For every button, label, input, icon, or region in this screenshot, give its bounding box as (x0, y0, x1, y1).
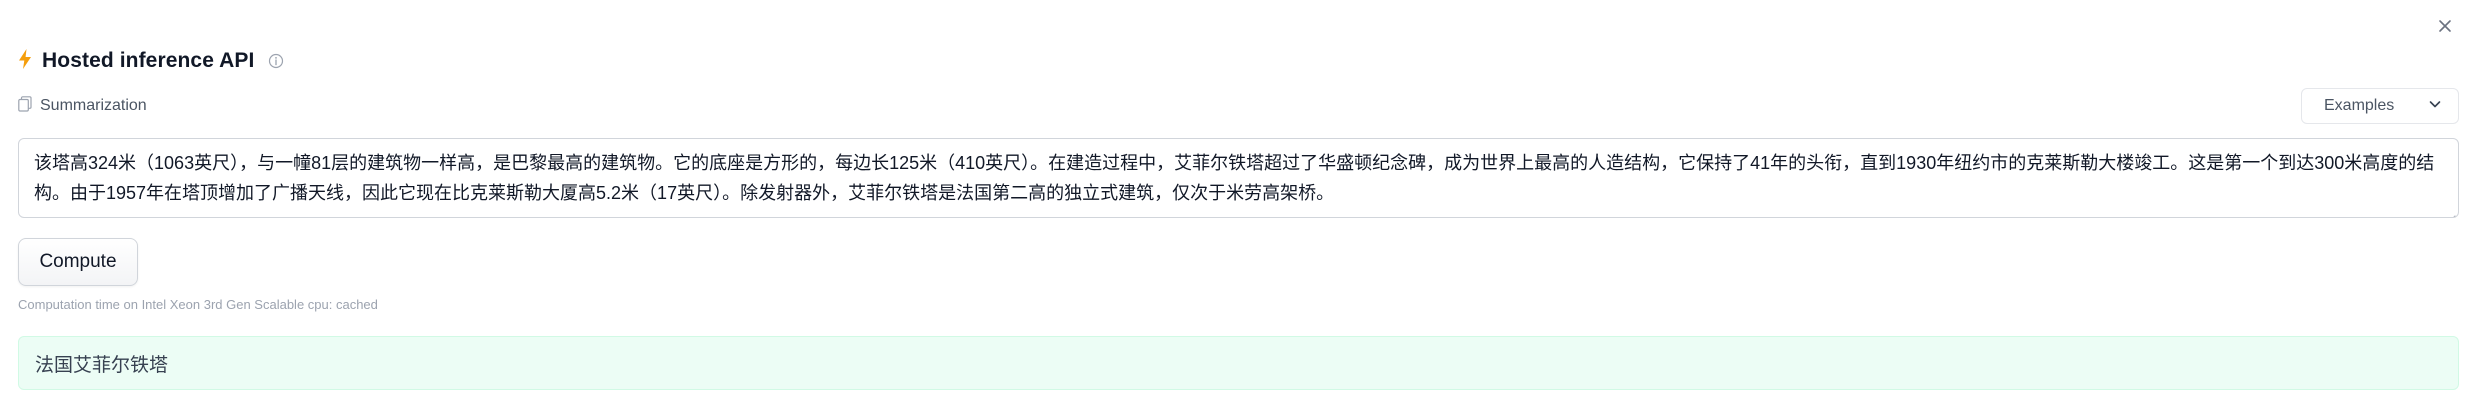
text-input[interactable]: 该塔高324米（1063英尺），与一幢81层的建筑物一样高，是巴黎最高的建筑物。… (18, 138, 2459, 218)
resize-handle-icon[interactable] (2444, 203, 2456, 217)
document-icon (18, 95, 32, 117)
lightning-icon (18, 48, 32, 74)
task-type: Summarization (18, 95, 147, 117)
summary-output: 法国艾菲尔铁塔 (18, 336, 2459, 390)
task-row: Summarization Examples (18, 88, 2459, 124)
inference-widget: Hosted inference API Summarization Examp… (0, 0, 2477, 407)
input-text: 该塔高324米（1063英尺），与一幢81层的建筑物一样高，是巴黎最高的建筑物。… (34, 153, 2435, 203)
chevron-down-icon (2428, 97, 2442, 116)
examples-dropdown[interactable]: Examples (2301, 88, 2459, 124)
compute-button[interactable]: Compute (18, 238, 138, 286)
close-icon (2437, 18, 2453, 39)
examples-label: Examples (2324, 97, 2395, 114)
close-button[interactable] (2431, 14, 2459, 42)
summary-text: 法国艾菲尔铁塔 (35, 354, 169, 376)
widget-title: Hosted inference API (42, 49, 255, 72)
info-icon[interactable] (268, 53, 284, 69)
widget-header: Hosted inference API (18, 44, 284, 78)
task-label: Summarization (40, 97, 147, 114)
computation-time-text: Computation time on Intel Xeon 3rd Gen S… (18, 297, 378, 312)
